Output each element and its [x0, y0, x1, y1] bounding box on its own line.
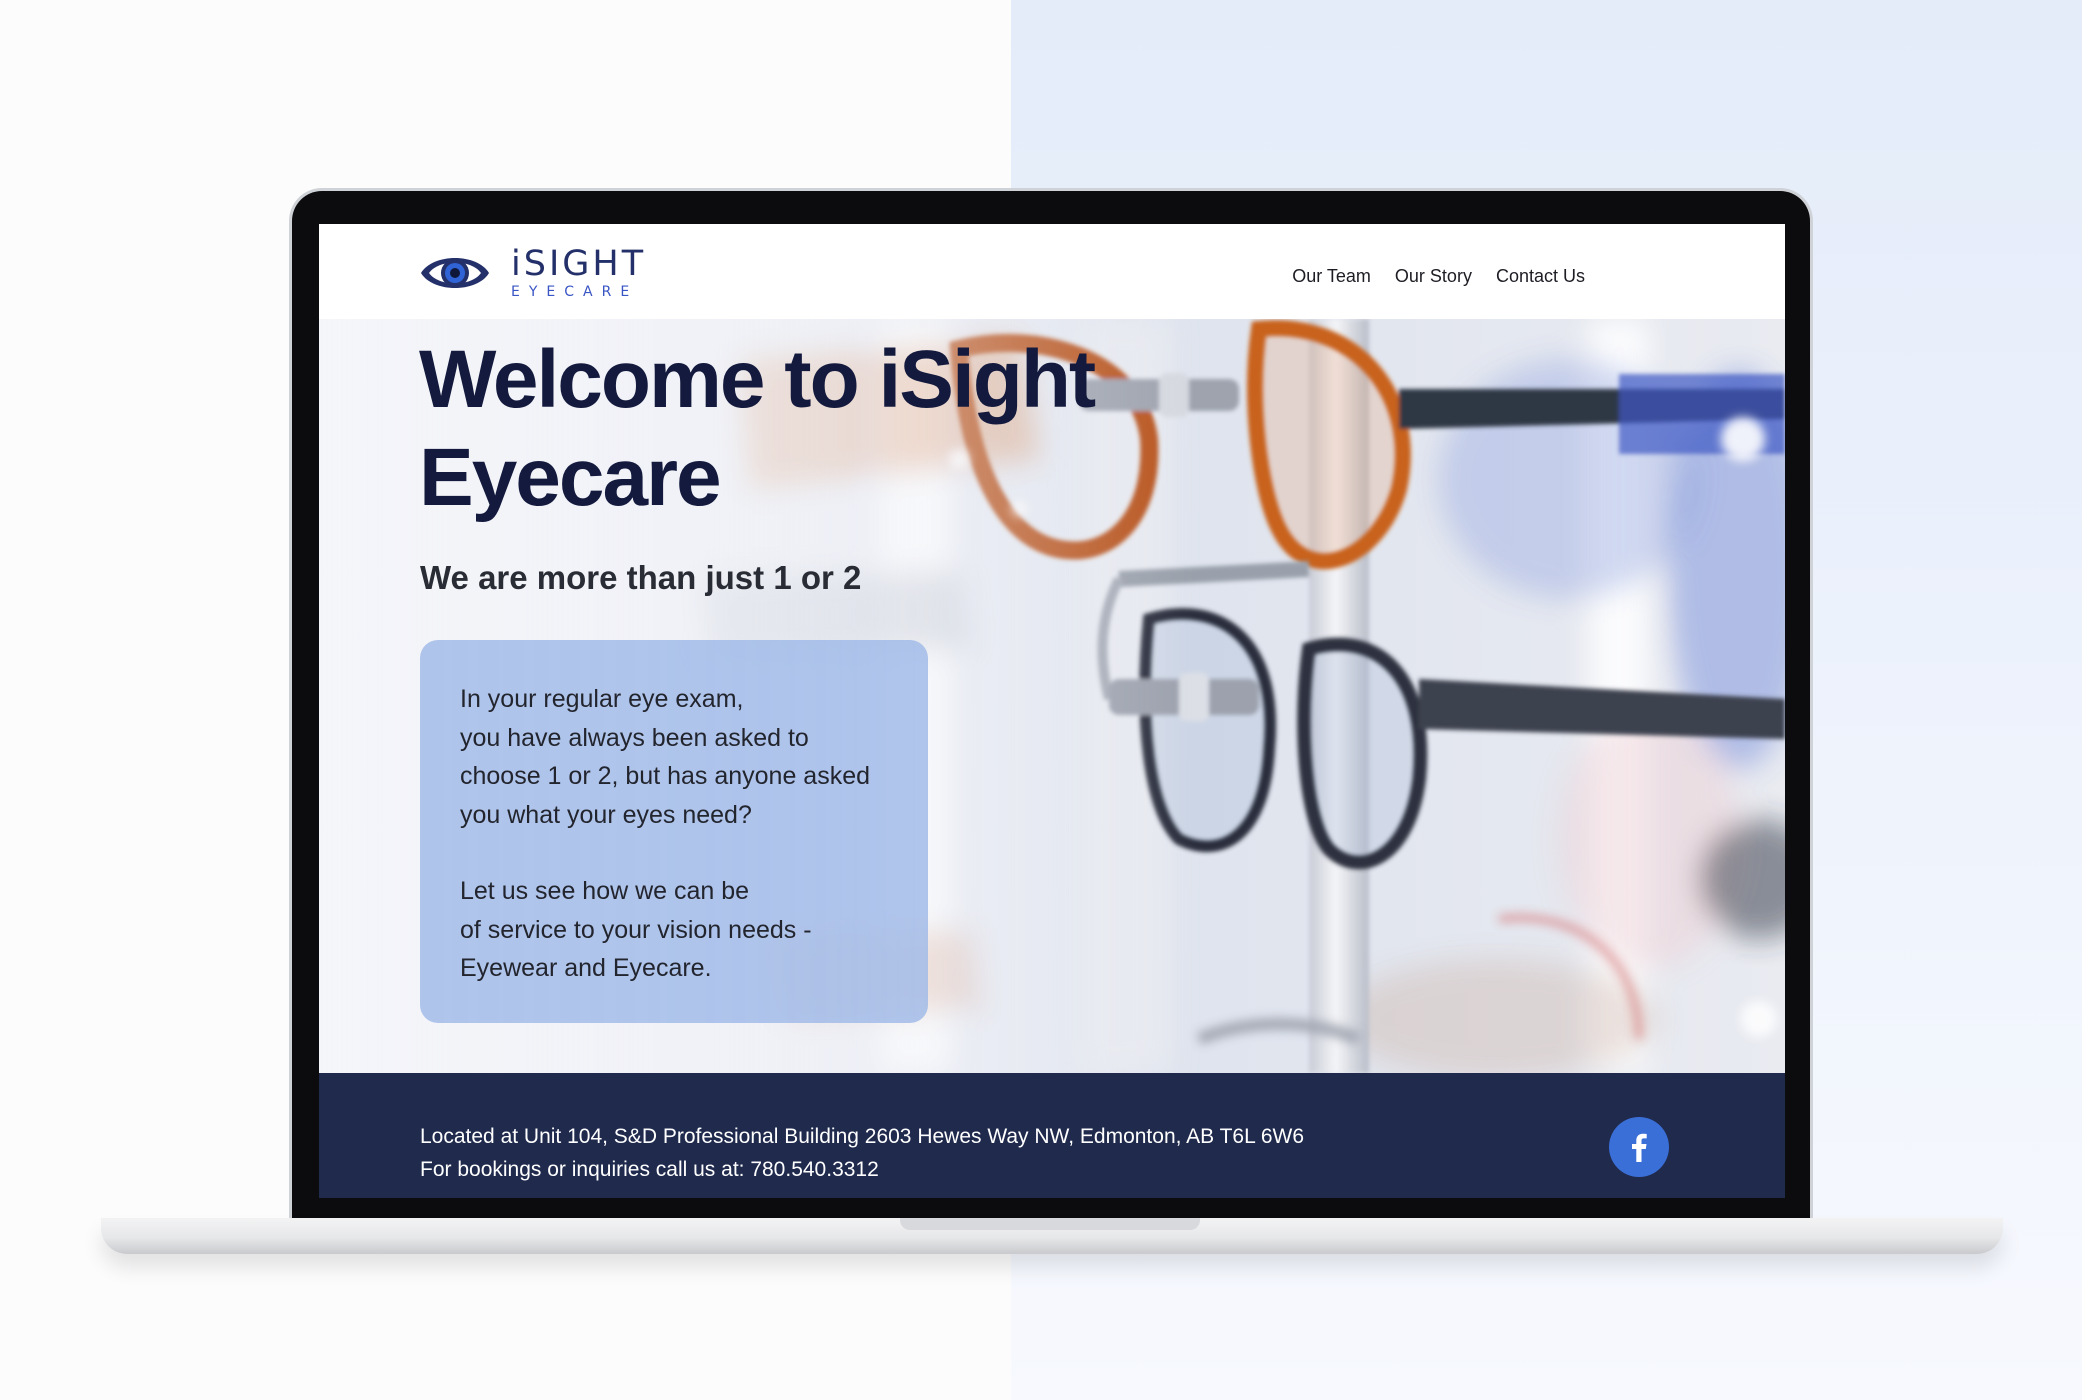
- facebook-icon: [1632, 1133, 1647, 1162]
- main-nav: Our Team Our Story Contact Us: [1292, 266, 1585, 287]
- website-screen: iSIGHT EYECARE Our Team Our Story Contac…: [319, 224, 1785, 1198]
- eye-icon: [421, 258, 489, 288]
- footer-phone: For bookings or inquiries call us at: 78…: [420, 1158, 879, 1181]
- nav-our-team[interactable]: Our Team: [1292, 266, 1371, 287]
- logo[interactable]: iSIGHT EYECARE: [419, 246, 646, 300]
- intro-paragraph-1: In your regular eye exam, you have alway…: [460, 685, 871, 829]
- footer-address: Located at Unit 104, S&D Professional Bu…: [420, 1125, 1305, 1148]
- hero-title: Welcome to iSight Eyecare: [419, 334, 1096, 523]
- site-header: iSIGHT EYECARE Our Team Our Story Contac…: [319, 224, 1785, 319]
- brand-tagline: EYECARE: [511, 284, 639, 300]
- facebook-button[interactable]: [1609, 1117, 1669, 1177]
- intro-paragraph-2: Let us see how we can be of service to y…: [460, 877, 812, 982]
- nav-contact-us[interactable]: Contact Us: [1496, 266, 1585, 287]
- footer-contact: Located at Unit 104, S&D Professional Bu…: [420, 1120, 1304, 1186]
- hero-subtitle: We are more than just 1 or 2: [420, 559, 862, 596]
- site-footer: Located at Unit 104, S&D Professional Bu…: [319, 1073, 1785, 1198]
- hero-section: Welcome to iSight Eyecare We are more th…: [319, 319, 1785, 1073]
- intro-card: In your regular eye exam, you have alway…: [420, 640, 928, 1023]
- nav-our-story[interactable]: Our Story: [1395, 266, 1472, 287]
- brand-name: iSIGHT: [511, 244, 647, 284]
- laptop-notch: [900, 1218, 1200, 1230]
